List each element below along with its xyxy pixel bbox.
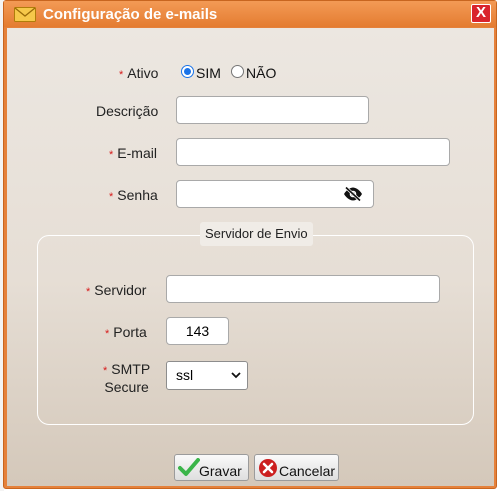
ativo-sim-radio[interactable] (181, 65, 194, 78)
required-mark: * (105, 328, 110, 340)
senha-label: * Senha (109, 187, 158, 203)
chevron-down-icon (231, 372, 241, 379)
cancel-x-icon (259, 459, 277, 477)
descricao-label: Descrição (96, 103, 159, 119)
close-button[interactable]: X (471, 4, 491, 23)
porta-label: * Porta (105, 324, 147, 340)
servidor-input[interactable] (166, 275, 440, 303)
cancel-button-label: Cancelar (279, 463, 336, 479)
eye-slash-icon[interactable] (343, 186, 363, 202)
dialog-content: * Ativo SIM NÃO Descrição * E-mail * Senha … (7, 28, 494, 486)
email-input[interactable] (176, 138, 450, 166)
smtp-secure-selected-value: ssl (176, 367, 194, 383)
servidor-envio-legend: Servidor de Envio (200, 222, 313, 246)
descricao-input[interactable] (176, 96, 369, 124)
porta-input[interactable] (166, 317, 229, 345)
ativo-nao-radio[interactable] (231, 65, 244, 78)
dialog-title: Configuração de e-mails (43, 6, 218, 23)
required-mark: * (109, 149, 114, 161)
servidor-label: * Servidor (86, 282, 147, 298)
ativo-sim-label[interactable]: SIM (196, 65, 221, 81)
smtp-secure-label: * SMTP Secure (103, 361, 151, 395)
required-mark: * (86, 286, 91, 298)
ativo-label: * Ativo (119, 65, 159, 81)
ativo-nao-label[interactable]: NÃO (246, 65, 276, 81)
smtp-secure-select[interactable]: ssl (166, 361, 248, 390)
envelope-icon (14, 7, 36, 22)
email-config-dialog: Configuração de e-mails X * Ativo SIM NÃO… (3, 0, 497, 489)
email-label: * E-mail (109, 145, 157, 161)
save-button-label: Gravar (199, 463, 242, 479)
required-mark: * (119, 69, 124, 81)
required-mark: * (109, 191, 114, 203)
cancel-button[interactable]: Cancelar (254, 454, 339, 481)
servidor-envio-group (37, 235, 474, 425)
title-bar[interactable]: Configuração de e-mails X (4, 1, 496, 27)
checkmark-icon (178, 458, 200, 476)
required-mark: * (103, 365, 108, 377)
save-button[interactable]: Gravar (174, 454, 249, 481)
